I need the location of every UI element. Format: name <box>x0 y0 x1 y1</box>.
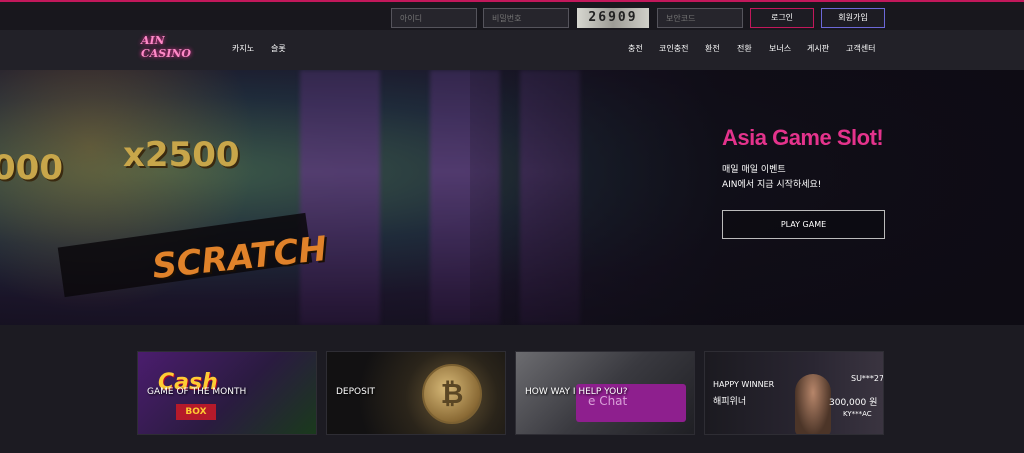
hero-subtitle-line1: 매일 매일 이벤트 <box>722 165 786 175</box>
hero-glow <box>0 70 300 325</box>
nav-item-withdraw[interactable]: 환전 <box>705 43 720 54</box>
password-input[interactable] <box>483 8 569 28</box>
signup-button[interactable]: 회원가입 <box>821 8 885 28</box>
feature-cards: Cash BOX GAME OF THE MONTH ₿ DEPOSIT e C… <box>0 351 1024 435</box>
nav-item-casino[interactable]: 카지노 <box>232 43 254 54</box>
nav-item-bonus[interactable]: 보너스 <box>769 43 791 54</box>
card-deposit[interactable]: ₿ DEPOSIT <box>326 351 506 435</box>
winner-avatar <box>795 374 831 434</box>
nav-item-deposit[interactable]: 충전 <box>628 43 643 54</box>
nav-item-slot[interactable]: 슬롯 <box>271 43 286 54</box>
winner-name: SU***27 <box>851 374 884 383</box>
hero-multiplier: x2500 <box>123 135 240 175</box>
hero-text-block: Asia Game Slot! 매일 매일 이벤트 AIN에서 지금 시작하세요… <box>722 125 884 193</box>
hero-prize-number: 000 <box>0 148 63 188</box>
card-happy-winner[interactable]: HAPPY WINNER 해피위너 SU***27 300,000 원 KY**… <box>704 351 884 435</box>
card-label: GAME OF THE MONTH <box>147 387 247 397</box>
card-label: HOW WAY I HELP YOU? <box>525 387 628 397</box>
play-game-button[interactable]: PLAY GAME <box>722 210 885 239</box>
winner-amount: 300,000 원 <box>829 398 878 408</box>
card-game-of-the-month[interactable]: Cash BOX GAME OF THE MONTH <box>137 351 317 435</box>
winner-name-next: KY***AC <box>843 410 872 418</box>
bitcoin-icon: ₿ <box>422 364 482 424</box>
username-input[interactable] <box>391 8 477 28</box>
site-logo[interactable]: AIN CASINO <box>141 34 201 66</box>
nav-item-board[interactable]: 게시판 <box>807 43 829 54</box>
cash-box-label: BOX <box>176 404 216 420</box>
hero-overlay <box>470 70 1024 325</box>
winner-title-en: HAPPY WINNER <box>713 380 775 389</box>
logo-line-ain: AIN <box>141 34 165 47</box>
nav-item-support[interactable]: 고객센터 <box>846 43 875 54</box>
winner-title-ko: 해피위너 <box>713 397 747 407</box>
hero-subtitle-line2: AIN에서 지금 시작하세요! <box>722 180 822 190</box>
login-button[interactable]: 로그인 <box>750 8 814 28</box>
security-code-input[interactable] <box>657 8 743 28</box>
top-login-bar: 26909 로그인 회원가입 <box>0 0 1024 30</box>
nav-item-convert[interactable]: 전환 <box>737 43 752 54</box>
main-nav: AIN CASINO 카지노 슬롯 충전 코인충전 환전 전환 보너스 게시판 … <box>0 30 1024 70</box>
hero-title: Asia Game Slot! <box>722 125 884 150</box>
nav-item-coin-deposit[interactable]: 코인충전 <box>659 43 688 54</box>
hero-subtitle: 매일 매일 이벤트 AIN에서 지금 시작하세요! <box>722 163 883 193</box>
logo-line-casino: CASINO <box>141 47 192 60</box>
captcha-image: 26909 <box>577 8 649 28</box>
card-help[interactable]: e Chat HOW WAY I HELP YOU? <box>515 351 695 435</box>
card-label: DEPOSIT <box>336 387 375 397</box>
hero-banner: 000 x2500 SCRATCH Asia Game Slot! 매일 매일 … <box>0 70 1024 325</box>
slot-reel <box>300 70 380 325</box>
